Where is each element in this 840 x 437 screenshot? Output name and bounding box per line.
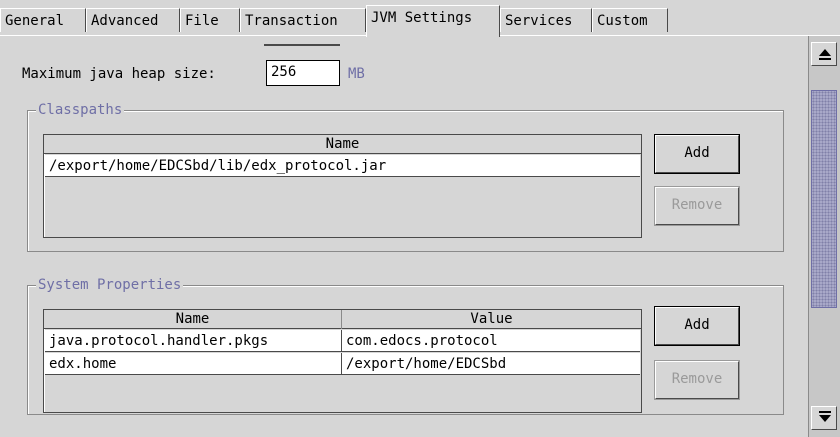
- property-name-cell: edx.home: [45, 353, 342, 375]
- tab-general[interactable]: General: [0, 8, 86, 32]
- classpaths-add-button[interactable]: Add: [654, 134, 740, 174]
- column-header-name[interactable]: Name: [44, 310, 342, 329]
- scrollbar-thumb[interactable]: [811, 90, 837, 308]
- system-properties-legend: System Properties: [36, 276, 184, 294]
- system-properties-table[interactable]: Name Value java.protocol.handler.pkgs co…: [43, 309, 642, 413]
- classpaths-table[interactable]: Name /export/home/EDCSbd/lib/edx_protoco…: [43, 134, 642, 238]
- heap-size-label: Maximum java heap size:: [22, 66, 216, 82]
- tab-advanced[interactable]: Advanced: [86, 8, 180, 32]
- scroll-up-button[interactable]: [811, 42, 837, 66]
- arrow-up-icon: [819, 49, 831, 56]
- property-name-cell: java.protocol.handler.pkgs: [45, 330, 342, 352]
- tab-file[interactable]: File: [180, 8, 240, 32]
- system-properties-add-button[interactable]: Add: [654, 306, 740, 346]
- classpath-cell: /export/home/EDCSbd/lib/edx_protocol.jar: [49, 158, 387, 174]
- tab-services[interactable]: Services: [500, 8, 592, 32]
- heap-size-input[interactable]: 256: [266, 60, 340, 86]
- table-row[interactable]: edx.home /export/home/EDCSbd: [45, 353, 640, 375]
- property-value-cell: /export/home/EDCSbd: [346, 356, 507, 372]
- classpaths-table-header: Name: [44, 135, 641, 154]
- scroll-down-button[interactable]: [811, 406, 837, 430]
- table-row[interactable]: /export/home/EDCSbd/lib/edx_protocol.jar: [45, 155, 640, 177]
- vertical-scrollbar[interactable]: [808, 36, 840, 437]
- property-value-cell: com.edocs.protocol: [346, 333, 498, 349]
- tab-transaction[interactable]: Transaction: [240, 8, 366, 32]
- arrow-bar-icon: [819, 58, 831, 60]
- tab-jvm-settings[interactable]: JVM Settings: [366, 5, 500, 37]
- tab-custom[interactable]: Custom: [592, 8, 668, 32]
- classpaths-remove-button[interactable]: Remove: [654, 186, 740, 226]
- column-header-name[interactable]: Name: [44, 135, 641, 154]
- classpaths-legend: Classpaths: [36, 101, 125, 119]
- divider: [264, 44, 340, 46]
- heap-size-unit: MB: [348, 66, 365, 82]
- system-properties-table-header: Name Value: [44, 310, 641, 329]
- tab-bar: General Advanced File Transaction JVM Se…: [0, 0, 840, 37]
- table-row[interactable]: java.protocol.handler.pkgs com.edocs.pro…: [45, 330, 640, 352]
- arrow-down-icon: [819, 415, 831, 422]
- arrow-bar-icon: [819, 411, 831, 413]
- column-header-value[interactable]: Value: [342, 310, 641, 329]
- jvm-settings-window: General Advanced File Transaction JVM Se…: [0, 0, 840, 437]
- system-properties-remove-button[interactable]: Remove: [654, 360, 740, 400]
